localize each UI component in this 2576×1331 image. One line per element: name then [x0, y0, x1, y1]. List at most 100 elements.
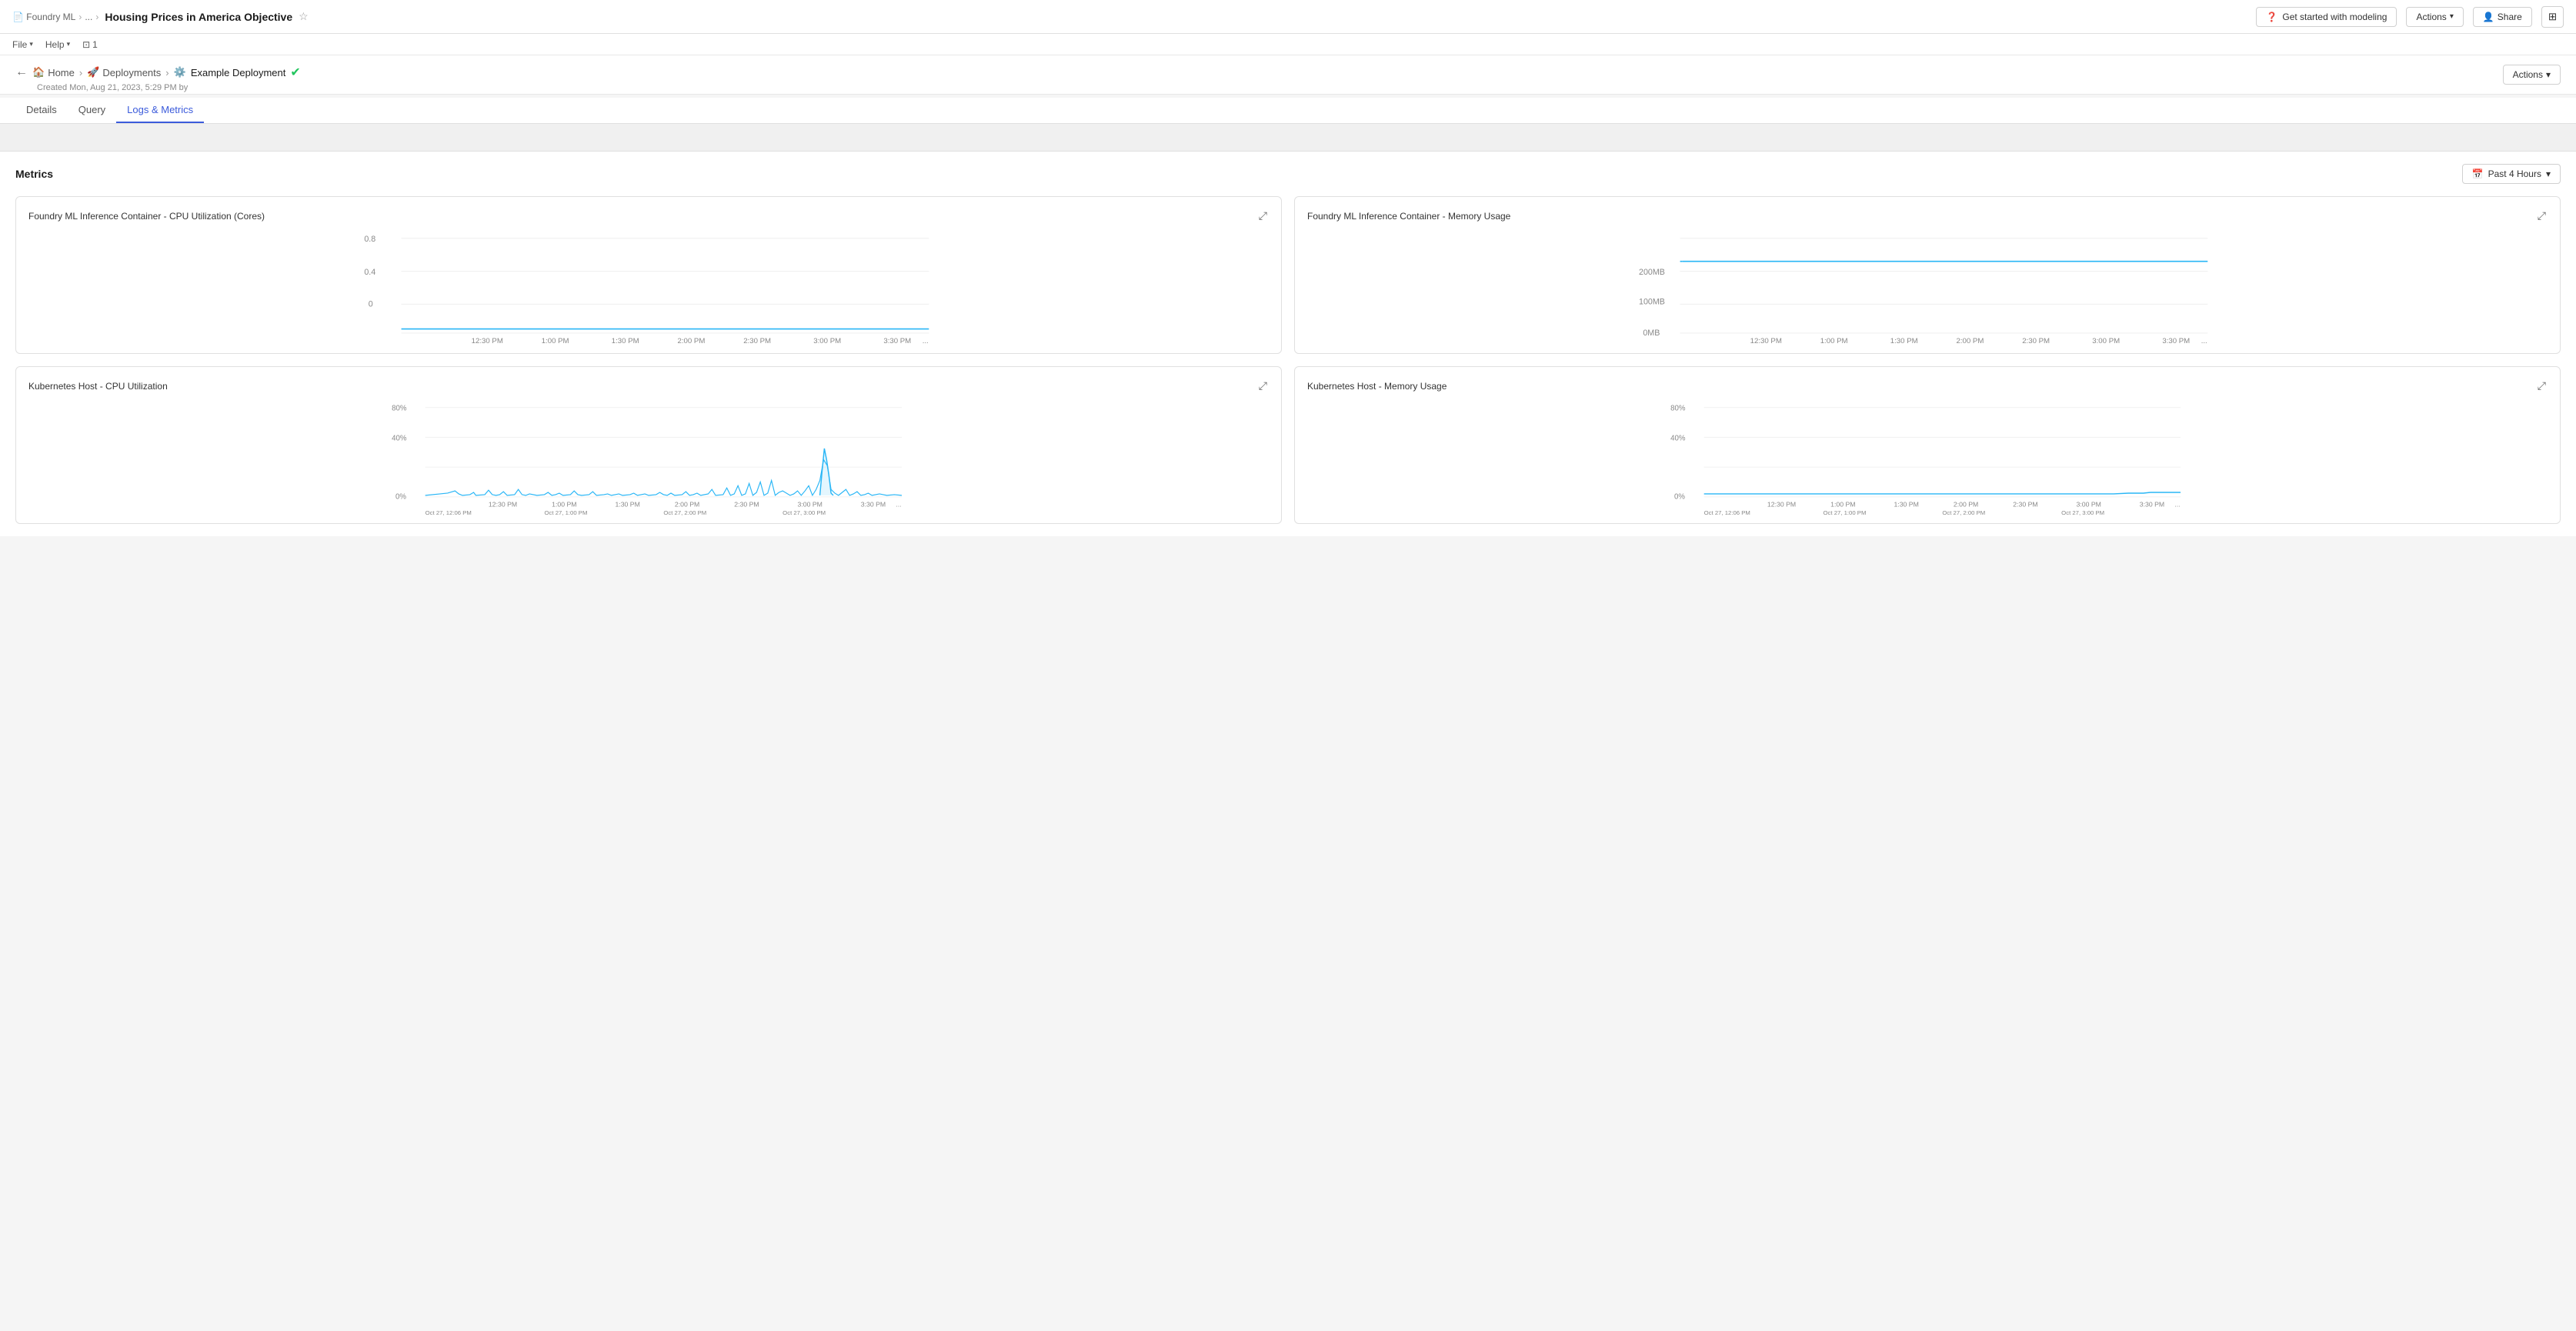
- svg-text:Oct 27, 12:06 PM: Oct 27, 12:06 PM: [425, 509, 472, 515]
- status-check-icon: ✔: [290, 65, 300, 80]
- svg-text:2:00 PM: 2:00 PM: [675, 500, 699, 508]
- svg-text:0.8: 0.8: [364, 235, 375, 244]
- svg-text:2:30 PM: 2:30 PM: [2022, 337, 2050, 345]
- gray-separator: [0, 124, 2576, 152]
- svg-text:1:30 PM: 1:30 PM: [612, 337, 639, 345]
- grid-view-button[interactable]: ⊞: [2541, 6, 2564, 28]
- svg-text:...: ...: [896, 500, 901, 508]
- metrics-title: Metrics: [15, 168, 53, 180]
- chart-title-memory: Foundry ML Inference Container - Memory …: [1307, 211, 1510, 222]
- time-filter-button[interactable]: 📅 Past 4 Hours ▾: [2462, 164, 2561, 184]
- svg-text:1:00 PM: 1:00 PM: [1830, 500, 1855, 508]
- question-icon: ❓: [2266, 12, 2277, 22]
- version-icon: ⊡: [82, 39, 90, 50]
- svg-text:Oct 27, 2:00 PM: Oct 27, 2:00 PM: [1942, 509, 1985, 515]
- svg-text:12:30 PM: 12:30 PM: [1767, 500, 1796, 508]
- tab-details[interactable]: Details: [15, 98, 68, 123]
- svg-text:0: 0: [369, 300, 373, 309]
- tab-logs-metrics[interactable]: Logs & Metrics: [116, 98, 204, 123]
- svg-text:...: ...: [2174, 500, 2180, 508]
- actions-chevron-icon: ▾: [2450, 12, 2454, 21]
- svg-text:Oct 27, 3:00 PM: Oct 27, 3:00 PM: [782, 509, 826, 515]
- file-bar: File ▾ Help ▾ ⊡ 1: [0, 34, 2576, 55]
- svg-text:0%: 0%: [395, 493, 406, 502]
- chart-header-k8s-cpu: Kubernetes Host - CPU Utilization ⤢: [28, 378, 1269, 394]
- get-started-modeling-button[interactable]: ❓ Get started with modeling: [2256, 7, 2397, 27]
- top-bar: 📄 Foundry ML › ... › Housing Prices in A…: [0, 0, 2576, 34]
- svg-text:1:00 PM: 1:00 PM: [542, 337, 569, 345]
- expand-cpu-button[interactable]: ⤢: [1257, 208, 1269, 224]
- expand-k8s-cpu-button[interactable]: ⤢: [1257, 378, 1269, 394]
- svg-text:0%: 0%: [1674, 493, 1685, 502]
- svg-text:80%: 80%: [392, 405, 407, 413]
- created-text: Created Mon, Aug 21, 2023, 5:29 PM by: [15, 83, 301, 92]
- tabs-bar: Details Query Logs & Metrics: [0, 98, 2576, 124]
- svg-text:1:30 PM: 1:30 PM: [615, 500, 639, 508]
- deployment-icon: ⚙️: [174, 66, 186, 78]
- svg-text:1:00 PM: 1:00 PM: [552, 500, 576, 508]
- charts-grid: Foundry ML Inference Container - CPU Uti…: [15, 196, 2561, 524]
- chart-title-k8s-memory: Kubernetes Host - Memory Usage: [1307, 381, 1446, 392]
- home-link[interactable]: 🏠 Home: [32, 66, 75, 78]
- share-icon: 👤: [2483, 12, 2494, 22]
- expand-memory-button[interactable]: ⤢: [2536, 208, 2548, 224]
- chart-header-k8s-memory: Kubernetes Host - Memory Usage ⤢: [1307, 378, 2548, 394]
- svg-text:Oct 27, 12:06 PM: Oct 27, 12:06 PM: [1704, 509, 1750, 515]
- page-title: Housing Prices in America Objective: [105, 11, 292, 23]
- bc-sep-1: ›: [79, 67, 82, 78]
- back-button[interactable]: ←: [15, 65, 28, 79]
- svg-text:40%: 40%: [392, 434, 407, 442]
- bc-sep-2: ›: [165, 67, 169, 78]
- chart-area-memory: 200MB 100MB 0MB 12:30 PM 1:00 PM 1:30 PM…: [1307, 230, 2548, 345]
- favorite-icon[interactable]: ☆: [299, 10, 309, 23]
- file-menu[interactable]: File ▾: [12, 39, 33, 50]
- expand-k8s-memory-button[interactable]: ⤢: [2536, 378, 2548, 394]
- svg-text:...: ...: [923, 337, 929, 345]
- svg-text:12:30 PM: 12:30 PM: [489, 500, 517, 508]
- chart-area-cpu: 0.8 0.4 0 12:30 PM 1:00 PM 1:30 PM 2:00 …: [28, 230, 1269, 345]
- nav-actions-button[interactable]: Actions ▾: [2503, 65, 2561, 85]
- svg-text:3:30 PM: 3:30 PM: [2140, 500, 2164, 508]
- help-chevron-icon: ▾: [67, 40, 71, 48]
- chart-svg-k8s-cpu: 80% 40% 0% 12:30 PM 1:00 PM 1:30 PM 2:00…: [28, 400, 1269, 515]
- svg-text:Oct 27, 3:00 PM: Oct 27, 3:00 PM: [2061, 509, 2104, 515]
- bc-sep1: ›: [78, 12, 82, 22]
- svg-text:0.4: 0.4: [364, 268, 375, 277]
- deployments-link[interactable]: 🚀 Deployments: [87, 66, 161, 78]
- chart-k8s-cpu: Kubernetes Host - CPU Utilization ⤢ 80% …: [15, 366, 1282, 524]
- svg-text:3:30 PM: 3:30 PM: [861, 500, 886, 508]
- chart-memory-usage: Foundry ML Inference Container - Memory …: [1294, 196, 2561, 354]
- svg-text:80%: 80%: [1670, 405, 1686, 413]
- svg-text:2:30 PM: 2:30 PM: [743, 337, 771, 345]
- chart-title-cpu: Foundry ML Inference Container - CPU Uti…: [28, 211, 265, 222]
- svg-text:12:30 PM: 12:30 PM: [1750, 337, 1782, 345]
- help-menu[interactable]: Help ▾: [45, 39, 70, 50]
- svg-text:2:00 PM: 2:00 PM: [678, 337, 706, 345]
- current-page-breadcrumb: ⚙️ Example Deployment ✔: [174, 65, 301, 80]
- top-bar-right: ❓ Get started with modeling Actions ▾ 👤 …: [2256, 6, 2564, 28]
- svg-text:Oct 27, 1:00 PM: Oct 27, 1:00 PM: [545, 509, 588, 515]
- home-icon: 🏠: [32, 66, 45, 78]
- bc-ellipsis[interactable]: ...: [85, 12, 92, 22]
- top-actions-button[interactable]: Actions ▾: [2406, 7, 2463, 27]
- svg-text:2:00 PM: 2:00 PM: [1954, 500, 1978, 508]
- svg-text:1:30 PM: 1:30 PM: [1894, 500, 1918, 508]
- svg-text:100MB: 100MB: [1639, 297, 1665, 306]
- chart-area-k8s-memory: 80% 40% 0% 12:30 PM 1:00 PM 1:30 PM 2:00…: [1307, 400, 2548, 515]
- time-filter-chevron-icon: ▾: [2546, 168, 2551, 179]
- svg-text:12:30 PM: 12:30 PM: [472, 337, 503, 345]
- chart-svg-memory: 200MB 100MB 0MB 12:30 PM 1:00 PM 1:30 PM…: [1307, 230, 2548, 345]
- foundry-ml-link[interactable]: 📄 Foundry ML: [12, 12, 75, 22]
- share-button[interactable]: 👤 Share: [2473, 7, 2532, 27]
- tab-query[interactable]: Query: [68, 98, 116, 123]
- chart-header-memory: Foundry ML Inference Container - Memory …: [1307, 208, 2548, 224]
- svg-text:2:30 PM: 2:30 PM: [2013, 500, 2037, 508]
- version-indicator[interactable]: ⊡ 1: [82, 39, 98, 50]
- deployments-icon: 🚀: [87, 66, 99, 78]
- svg-text:3:30 PM: 3:30 PM: [2162, 337, 2190, 345]
- svg-text:1:30 PM: 1:30 PM: [1890, 337, 1918, 345]
- breadcrumb-nav: ← 🏠 Home › 🚀 Deployments › ⚙️ Example De…: [0, 55, 2576, 95]
- bc-sep2: ›: [95, 12, 98, 22]
- calendar-icon: 📅: [2472, 168, 2484, 179]
- nav-actions-right: Actions ▾: [2503, 65, 2561, 94]
